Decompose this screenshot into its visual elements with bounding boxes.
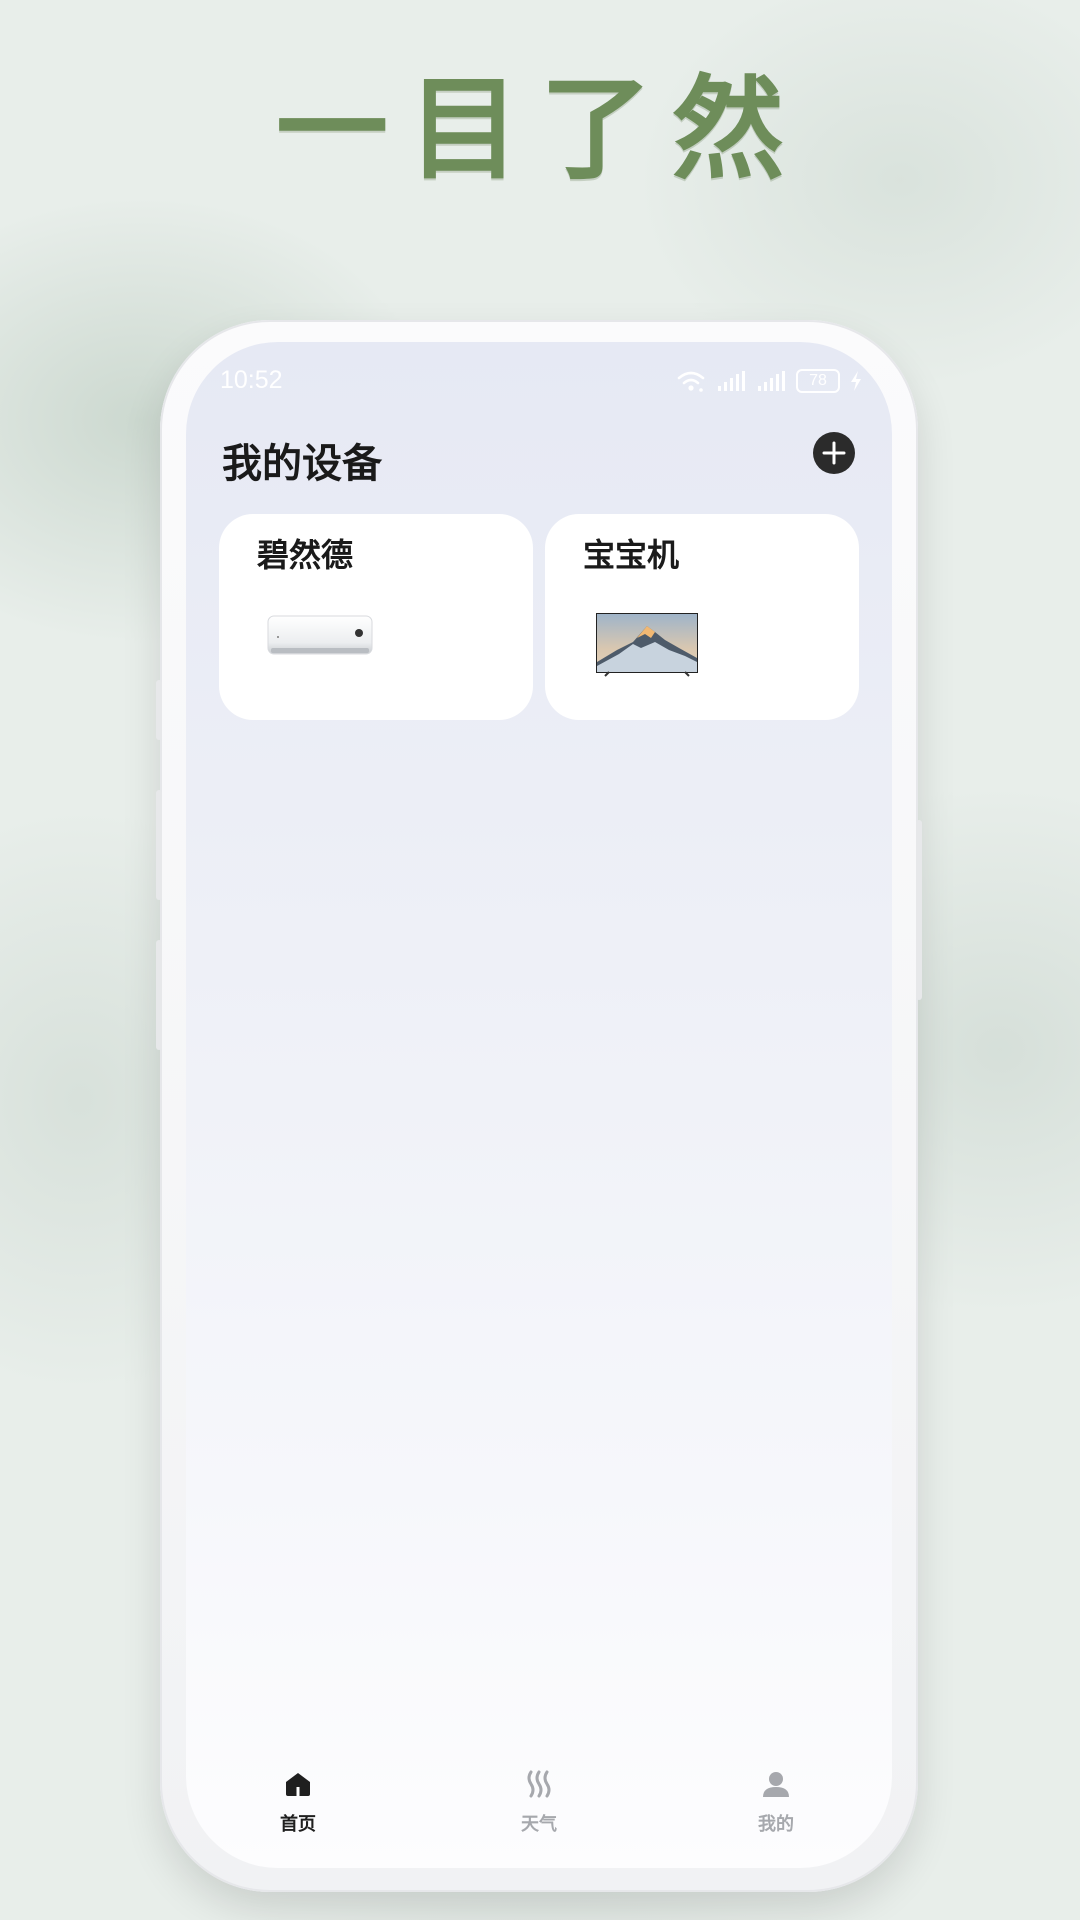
home-icon xyxy=(286,1773,310,1796)
device-grid: 碧然德 宝宝机 xyxy=(219,514,861,720)
device-name: 宝宝机 xyxy=(583,536,680,574)
tab-label: 我的 xyxy=(758,1814,794,1835)
person-icon xyxy=(763,1772,789,1797)
status-bar: 10:52 78 xyxy=(186,342,892,422)
air-conditioner-image xyxy=(267,615,373,655)
device-name: 碧然德 xyxy=(257,536,354,574)
phone-side-button xyxy=(156,790,162,900)
wifi-icon xyxy=(677,371,705,392)
phone-side-button xyxy=(156,940,162,1050)
phone-side-button xyxy=(916,820,922,1000)
phone-frame: 10:52 78 我的设备 碧然德 宝宝机 首页 天气 我的 xyxy=(156,320,922,1892)
tab-label: 首页 xyxy=(280,1814,316,1835)
television-image xyxy=(596,613,698,677)
status-time: 10:52 xyxy=(220,366,283,394)
battery-icon: 78 xyxy=(796,369,840,393)
tab-profile[interactable]: 我的 xyxy=(706,1748,846,1868)
device-card[interactable]: 碧然德 xyxy=(219,514,533,720)
app-screen: 10:52 78 我的设备 碧然德 宝宝机 首页 天气 我的 xyxy=(186,342,892,1868)
promo-headline: 一目了然 xyxy=(276,65,804,195)
plus-icon xyxy=(822,441,846,465)
charging-icon xyxy=(851,371,861,391)
status-icons: 78 xyxy=(676,366,862,396)
weather-icon xyxy=(527,1770,551,1798)
tab-home[interactable]: 首页 xyxy=(228,1748,368,1868)
add-device-button[interactable] xyxy=(813,432,855,474)
signal-icon xyxy=(758,371,785,391)
tab-weather[interactable]: 天气 xyxy=(469,1748,609,1868)
signal-icon xyxy=(718,371,745,391)
bottom-tab-bar: 首页 天气 我的 xyxy=(186,1748,892,1868)
device-card[interactable]: 宝宝机 xyxy=(545,514,859,720)
tab-label: 天气 xyxy=(521,1814,557,1835)
page-title: 我的设备 xyxy=(222,441,382,487)
phone-side-button xyxy=(156,680,162,740)
